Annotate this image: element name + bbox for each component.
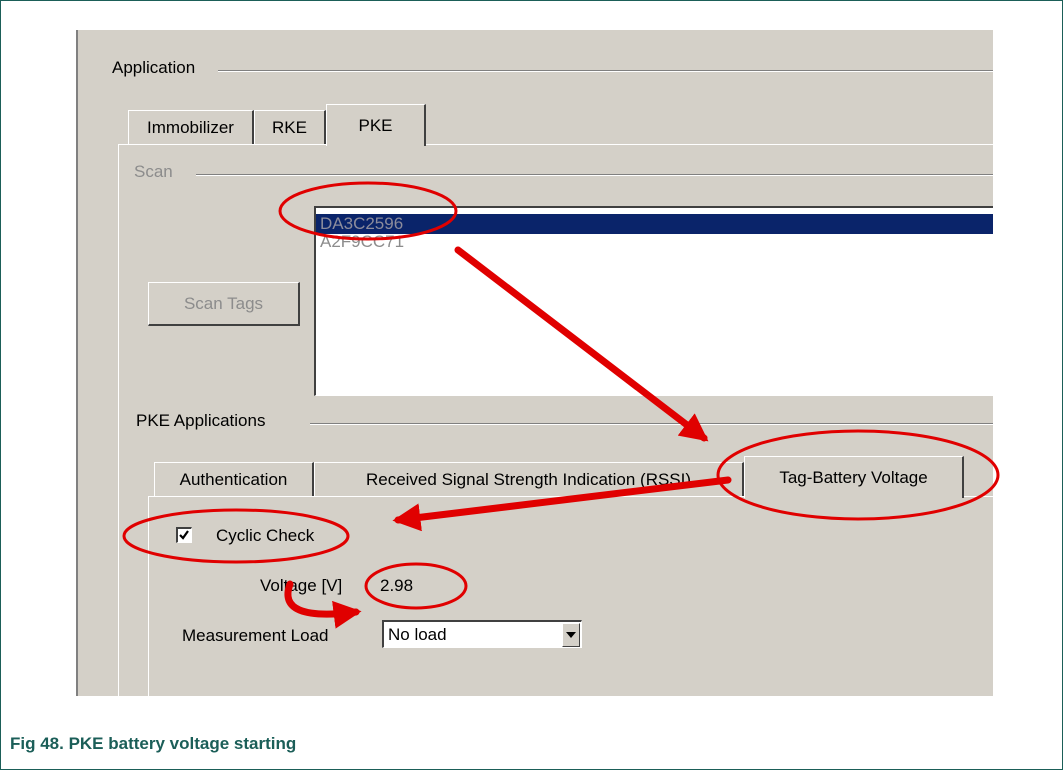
pke-applications-group-label: PKE Applications [136, 411, 272, 431]
application-group-line [218, 70, 993, 72]
tab-rke[interactable]: RKE [254, 110, 326, 144]
tag-list-item[interactable]: DA3C2596 [316, 214, 993, 234]
pke-applications-group-line [310, 423, 993, 425]
voltage-value: 2.98 [380, 576, 414, 595]
figure-caption: Fig 48. PKE battery voltage starting [10, 734, 297, 753]
tab-pke[interactable]: PKE [326, 104, 426, 146]
cyclic-check-label: Cyclic Check [216, 526, 315, 545]
cyclic-check-checkbox[interactable] [176, 527, 192, 543]
tag-list-item[interactable]: A2F9CC71 [316, 232, 993, 252]
scan-group-line [196, 174, 993, 176]
application-group-label: Application [112, 58, 202, 78]
scan-group-label: Scan [134, 162, 179, 182]
measurement-load-value: No load [388, 625, 447, 644]
checkmark-icon [179, 530, 189, 540]
dropdown-arrow-icon [566, 632, 576, 638]
scan-tags-button[interactable]: Scan Tags [148, 282, 300, 326]
measurement-load-select[interactable]: No load [382, 620, 582, 648]
dropdown-button[interactable] [562, 623, 580, 647]
screenshot: Application Immobilizer RKE PKE Scan Sca… [78, 30, 993, 696]
voltage-label: Voltage [V] [260, 576, 343, 595]
tag-list[interactable]: DA3C2596 A2F9CC71 [314, 206, 993, 396]
tab-immobilizer[interactable]: Immobilizer [128, 110, 254, 144]
measurement-load-label: Measurement Load [182, 626, 329, 645]
tab-tag-battery-voltage[interactable]: Tag-Battery Voltage [744, 456, 964, 498]
tab-rssi[interactable]: Received Signal Strength Indication (RSS… [314, 462, 744, 496]
tab-authentication[interactable]: Authentication [154, 462, 314, 496]
